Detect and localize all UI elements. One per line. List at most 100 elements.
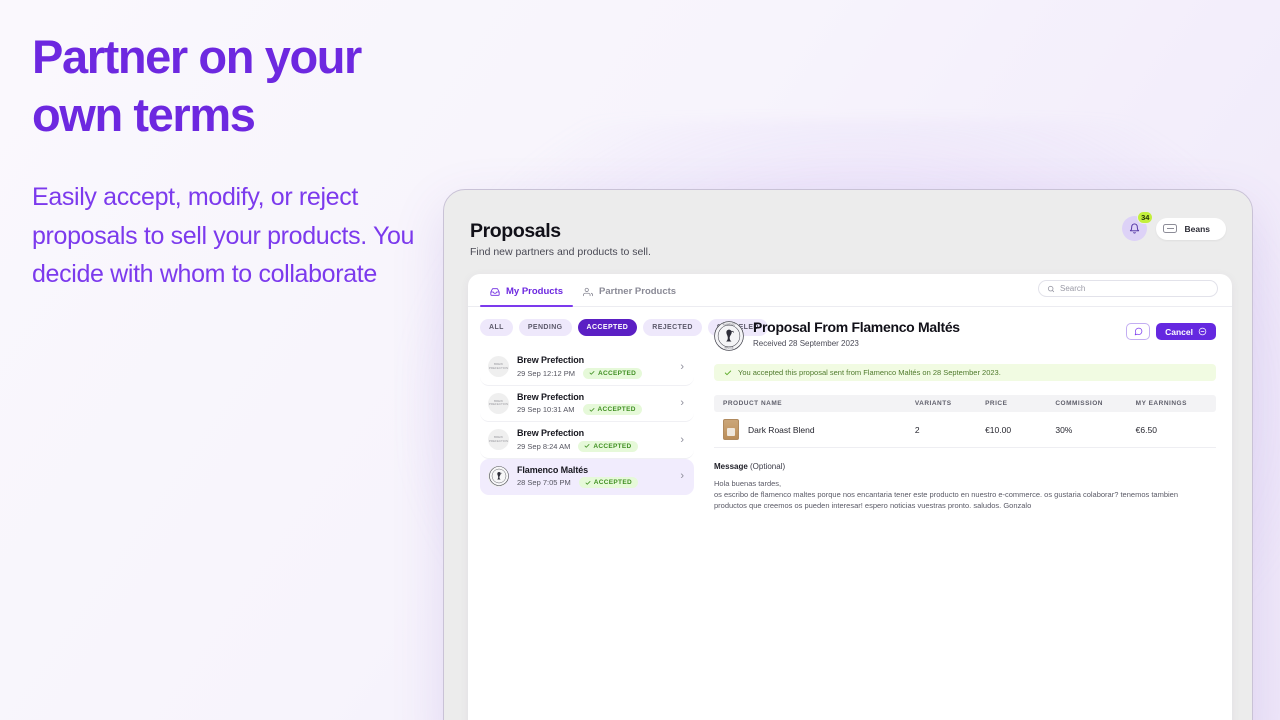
proposals-card: My Products Partner Products Search ALL … bbox=[468, 274, 1232, 720]
cell-product-name: Dark Roast Blend bbox=[714, 412, 915, 448]
th-variants: VARIANTS bbox=[914, 395, 986, 412]
promo-subtext: Easily accept, modify, or reject proposa… bbox=[32, 183, 415, 288]
promo-section: Partner on your own terms Easily accept,… bbox=[32, 28, 432, 294]
tab-my-products[interactable]: My Products bbox=[480, 286, 574, 307]
detail-title: Proposal From Flamenco Maltés bbox=[753, 319, 960, 335]
list-item[interactable]: BREW PREFECTION Brew Prefection 29 Sep 12… bbox=[480, 349, 694, 386]
proposal-name: Brew Prefection bbox=[517, 391, 585, 402]
avatar: BREW PREFECTION bbox=[488, 392, 509, 414]
proposal-list: BREW PREFECTION Brew Prefection 29 Sep 12… bbox=[480, 349, 694, 495]
proposal-list-pane: ALL PENDING ACCEPTED REJECTED CANCELED B… bbox=[468, 307, 768, 720]
message-body: Hola buenas tardes, os escribo de flamen… bbox=[714, 478, 1216, 511]
accepted-notice-text: You accepted this proposal sent from Fla… bbox=[738, 368, 1001, 377]
flamenco-logo-icon bbox=[488, 466, 509, 487]
chat-button[interactable] bbox=[1126, 323, 1151, 340]
notification-badge: 34 bbox=[1137, 211, 1154, 224]
cell-my-earnings: €6.50 bbox=[1135, 412, 1216, 448]
cancel-button[interactable]: Cancel bbox=[1156, 323, 1216, 340]
message-line-1: Hola buenas tardes, bbox=[714, 479, 782, 488]
store-logo-icon bbox=[1163, 224, 1178, 233]
card-body: ALL PENDING ACCEPTED REJECTED CANCELED B… bbox=[468, 307, 1232, 720]
detail-received-date: Received 28 September 2023 bbox=[753, 339, 859, 348]
chevron-right-icon: › bbox=[680, 470, 684, 483]
list-item-selected[interactable]: Flamenco Maltés 28 Sep 7:05 PM ACCEPTED … bbox=[480, 458, 694, 495]
filter-chip-rejected[interactable]: REJECTED bbox=[643, 319, 702, 336]
avatar: BREW PREFECTION bbox=[488, 356, 509, 378]
status-label: ACCEPTED bbox=[593, 479, 632, 486]
filter-chip-pending[interactable]: PENDING bbox=[518, 319, 572, 336]
message-label-optional: (Optional) bbox=[747, 462, 786, 471]
tab-partner-products[interactable]: Partner Products bbox=[573, 286, 686, 306]
avatar: BREW PREFECTION bbox=[488, 429, 509, 451]
products-table: PRODUCT NAME VARIANTS PRICE COMMISSION M… bbox=[714, 395, 1216, 448]
proposal-name: Brew Prefection bbox=[517, 355, 585, 365]
product-thumbnail bbox=[723, 419, 739, 440]
proposal-name: Brew Prefection bbox=[517, 428, 585, 438]
tab-my-products-label: My Products bbox=[506, 286, 564, 297]
search-placeholder: Search bbox=[1060, 284, 1086, 293]
chevron-right-icon: › bbox=[680, 360, 684, 373]
proposal-time: 29 Sep 12:12 PM bbox=[517, 368, 575, 378]
cell-variants: 2 bbox=[914, 412, 986, 448]
header-controls: 34 Beans bbox=[1122, 211, 1226, 241]
proposal-detail-pane: FLAMENCO MALTES Proposal From Flamenco M… bbox=[704, 307, 1232, 720]
detail-header: FLAMENCO MALTES Proposal From Flamenco M… bbox=[714, 319, 1216, 351]
filter-chip-accepted[interactable]: ACCEPTED bbox=[577, 319, 638, 336]
minus-circle-icon bbox=[1198, 327, 1207, 336]
check-icon bbox=[589, 371, 595, 375]
store-switcher[interactable]: Beans bbox=[1156, 217, 1226, 240]
table-row[interactable]: Dark Roast Blend 2 €10.00 30% €6.50 bbox=[714, 412, 1216, 448]
avatar bbox=[488, 465, 509, 487]
th-product-name: PRODUCT NAME bbox=[714, 395, 915, 412]
cell-commission: 30% bbox=[1055, 412, 1136, 448]
cell-price: €10.00 bbox=[985, 412, 1056, 448]
proposal-time: 28 Sep 7:05 PM bbox=[517, 478, 571, 487]
check-icon bbox=[724, 370, 732, 375]
th-price: PRICE bbox=[985, 395, 1056, 412]
chevron-right-icon: › bbox=[680, 433, 684, 446]
status-badge: ACCEPTED bbox=[578, 440, 638, 452]
cancel-button-label: Cancel bbox=[1165, 326, 1193, 337]
proposal-time: 29 Sep 10:31 AM bbox=[517, 405, 575, 414]
message-label-bold: Message bbox=[714, 462, 748, 471]
message-line-2: os escribo de flamenco maltes porque nos… bbox=[714, 490, 1179, 499]
list-item[interactable]: BREW PREFECTION Brew Prefection 29 Sep 10… bbox=[480, 386, 694, 422]
detail-actions: Cancel bbox=[1126, 323, 1216, 340]
th-commission: COMMISSION bbox=[1055, 395, 1136, 412]
people-icon bbox=[583, 287, 594, 297]
th-my-earnings: MY EARNINGS bbox=[1135, 395, 1216, 412]
tab-bar: My Products Partner Products Search bbox=[468, 274, 1232, 307]
message-line-3: productos que creemos os pueden interesa… bbox=[714, 501, 1032, 510]
brand-logo: FLAMENCO MALTES bbox=[714, 321, 744, 351]
accepted-notice: You accepted this proposal sent from Fla… bbox=[714, 364, 1216, 381]
status-badge: ACCEPTED bbox=[582, 367, 643, 379]
chevron-right-icon: › bbox=[680, 397, 684, 410]
list-item[interactable]: BREW PREFECTION Brew Prefection 29 Sep 8:… bbox=[480, 422, 694, 459]
filter-chips: ALL PENDING ACCEPTED REJECTED CANCELED bbox=[480, 319, 768, 336]
flamenco-logo-icon: FLAMENCO MALTES bbox=[714, 321, 744, 351]
table-header-row: PRODUCT NAME VARIANTS PRICE COMMISSION M… bbox=[714, 395, 1216, 412]
search-input[interactable]: Search bbox=[1038, 280, 1218, 297]
check-icon bbox=[589, 407, 594, 412]
filter-chip-all[interactable]: ALL bbox=[480, 319, 513, 336]
status-label: ACCEPTED bbox=[593, 442, 632, 450]
status-label: ACCEPTED bbox=[597, 406, 636, 413]
search-icon bbox=[1047, 285, 1055, 292]
app-header: Proposals Find new partners and products… bbox=[444, 190, 1252, 258]
notifications-button[interactable]: 34 bbox=[1122, 211, 1154, 241]
check-icon bbox=[584, 444, 590, 448]
status-label: ACCEPTED bbox=[597, 369, 637, 377]
status-badge: ACCEPTED bbox=[578, 477, 638, 488]
message-section: Message (Optional) Hola buenas tardes, o… bbox=[714, 462, 1216, 511]
chat-icon bbox=[1134, 327, 1142, 336]
proposal-time: 29 Sep 8:24 AM bbox=[517, 441, 571, 451]
promo-headline: Partner on your own terms bbox=[32, 30, 362, 141]
proposal-name: Flamenco Maltés bbox=[517, 464, 589, 475]
svg-text:FLAMENCO: FLAMENCO bbox=[723, 324, 736, 327]
device-frame: Proposals Find new partners and products… bbox=[443, 189, 1253, 720]
message-label: Message (Optional) bbox=[714, 462, 1216, 471]
product-name-label: Dark Roast Blend bbox=[748, 424, 815, 435]
page-title: Proposals bbox=[470, 220, 561, 242]
page-subtitle: Find new partners and products to sell. bbox=[470, 246, 651, 258]
inbox-icon bbox=[490, 287, 500, 297]
